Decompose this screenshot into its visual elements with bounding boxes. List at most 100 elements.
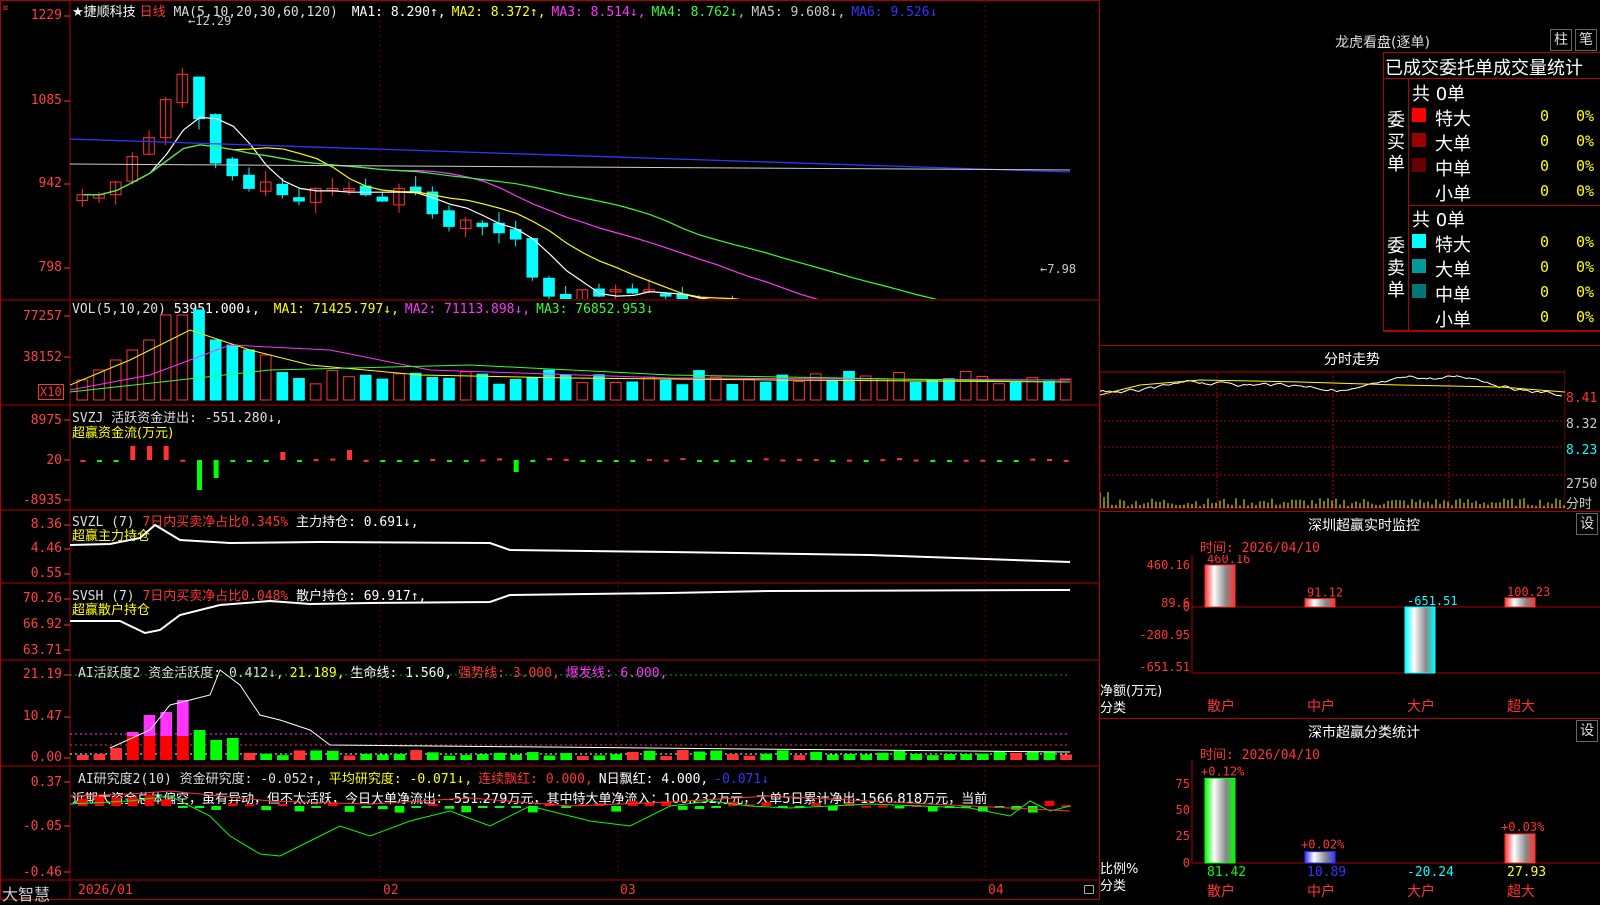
date-mar: 03: [620, 883, 636, 898]
volume-bar: [493, 383, 505, 401]
buy-side-label: 委买单: [1387, 110, 1405, 175]
activity-bar: [1043, 751, 1056, 760]
flow-bar: [780, 459, 786, 462]
price-axis-1: 1229: [30, 8, 62, 23]
class-category: 中户: [1307, 883, 1335, 900]
order-percent: 0%: [1576, 233, 1595, 251]
candle: [559, 293, 572, 299]
ai-active-chart[interactable]: [70, 660, 1100, 766]
flow-bar: [230, 460, 236, 462]
fund-flow-chart[interactable]: [70, 405, 1100, 510]
sz-monitor-settings-button[interactable]: 设: [1576, 513, 1598, 535]
research-line: [70, 795, 1071, 857]
flow-bar: [263, 460, 269, 462]
sz-class-chart[interactable]: 75 50 25 0 +0.12% 81.42 散户 +0.02% 10.89 中户 -20.24 大…: [1100, 760, 1600, 900]
activity-bar: [327, 750, 339, 760]
volume-bar: [826, 379, 839, 401]
volume-bar: [176, 314, 189, 401]
ai-active-axis-1: 21.19: [22, 667, 62, 682]
research-bar: [128, 797, 138, 806]
candle: [276, 183, 289, 196]
sz-monitor-xlabel: 分类: [1100, 701, 1127, 716]
bar-mode-button[interactable]: 柱: [1550, 29, 1572, 51]
volume-bar: [609, 381, 622, 401]
holding-line: [70, 589, 1071, 635]
monitor-bar: [1504, 597, 1536, 608]
flow-bar: [697, 460, 702, 462]
volume-bar: [343, 376, 355, 401]
intraday-price-line: [1100, 375, 1563, 397]
volume-bar: [276, 372, 289, 401]
flow-bar: [630, 460, 636, 462]
sell-side-label: 委卖单: [1387, 236, 1405, 301]
research-bar: [378, 806, 388, 810]
volume-bar: [526, 377, 539, 401]
volume-bar: [543, 369, 555, 401]
candle: [659, 293, 672, 297]
research-bar: [94, 796, 105, 806]
main-holding-chart[interactable]: [70, 510, 1100, 583]
volume-bar: [426, 376, 439, 401]
candlestick-chart[interactable]: [70, 14, 1100, 299]
intraday-axis-1: 8.41: [1566, 391, 1598, 406]
monitor-bar: [1404, 606, 1436, 674]
sz-class-settings-button[interactable]: 设: [1576, 720, 1598, 742]
class-value: 27.93: [1507, 865, 1546, 880]
logo-mark: ¤: [2, 1, 9, 14]
volume-bar: [843, 370, 855, 401]
color-swatch-icon: [1412, 259, 1426, 273]
ai-research-chart[interactable]: [70, 766, 1100, 880]
volume-bar: [409, 372, 422, 401]
activity-bar: [777, 750, 789, 760]
retail-holding-chart[interactable]: [70, 583, 1100, 660]
candle: [443, 210, 455, 227]
flow-bar: [147, 446, 152, 460]
candle: [293, 197, 305, 202]
monitor-category: 超大: [1507, 699, 1535, 715]
activity-bar: [893, 750, 906, 760]
research-bar: [761, 802, 771, 806]
volume-bar: [943, 378, 955, 401]
flow-bar: [80, 459, 86, 462]
activity-bar: [710, 750, 722, 760]
research-bar: [311, 806, 321, 808]
flow-bar: [547, 458, 552, 461]
date-jan: 2026/01: [78, 883, 133, 898]
monitor-bar-value: 100.23: [1507, 585, 1550, 599]
flow-bar: [97, 460, 102, 462]
lock-icon[interactable]: [1084, 885, 1094, 894]
activity-bar: [543, 755, 556, 760]
candle: [476, 222, 489, 227]
app-brand: 大智慧: [2, 885, 51, 904]
sz-monitor-chart[interactable]: 460.1689.60-280.95-651.51460.16散户91.12中户…: [1100, 555, 1600, 715]
flow-bar: [497, 458, 502, 461]
volume-bar: [1009, 382, 1022, 401]
candle: [226, 158, 239, 177]
activity-bar: [343, 755, 356, 760]
tick-mode-button[interactable]: 笔: [1575, 29, 1597, 51]
flow-bar: [363, 459, 369, 462]
activity-bar: [827, 754, 839, 760]
svzl-axis-3: 0.55: [30, 566, 62, 581]
intraday-chart[interactable]: [1100, 370, 1565, 510]
flow-bar: [563, 458, 569, 461]
research-bar: [478, 806, 488, 808]
flow-bar: [313, 459, 319, 462]
activity-bar: [877, 752, 889, 760]
research-bar: [261, 806, 271, 811]
class-value: 10.89: [1307, 865, 1346, 880]
flow-bar: [113, 460, 119, 462]
color-swatch-icon: [1412, 284, 1426, 298]
flow-bar: [447, 460, 452, 462]
candle: [409, 186, 422, 193]
sz-class-xlabel: 分类: [1100, 879, 1127, 894]
flow-bar: [863, 460, 869, 462]
volume-bar: [509, 378, 522, 401]
order-count: 0: [1540, 308, 1550, 326]
vol-unit-badge: X10: [38, 384, 64, 400]
volume-bar: [643, 376, 655, 401]
class-bar: [1204, 777, 1236, 864]
volume-chart[interactable]: [70, 300, 1100, 405]
flow-bar: [597, 460, 602, 462]
flow-bar: [280, 452, 286, 460]
